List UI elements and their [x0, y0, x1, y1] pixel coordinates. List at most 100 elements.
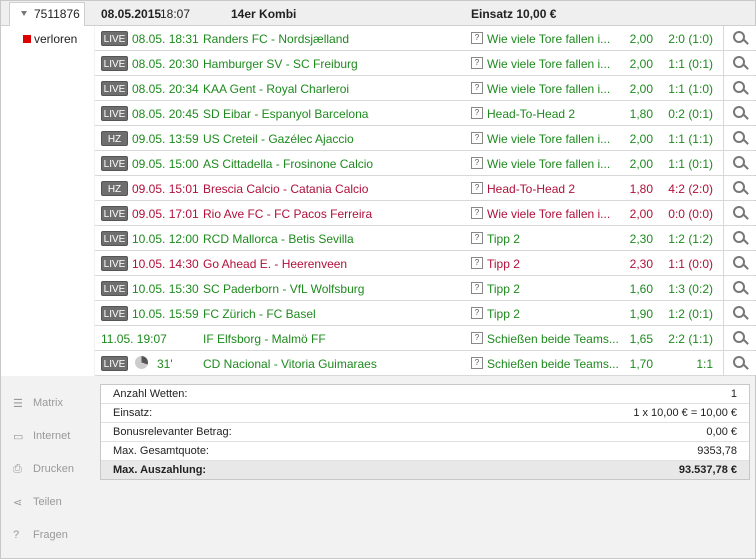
table-row[interactable]: LIVE 10.05. 15:59 FC Zürich - FC Basel? Tip… — [95, 301, 756, 326]
match-name[interactable]: RCD Mallorca - Betis Sevilla — [203, 232, 354, 246]
match-name[interactable]: FC Zürich - FC Basel — [203, 307, 316, 321]
result-value: 1:1 (0:1) — [668, 57, 713, 71]
side-item-share[interactable]: ⋖ Teilen — [11, 493, 91, 526]
side-menu: ☰ Matrix ▭ Internet ⎙ Drucken ⋖ Teilen? Fragen — [11, 394, 91, 559]
side-item-printer[interactable]: ⎙ Drucken — [11, 460, 91, 493]
search-icon[interactable] — [723, 301, 756, 325]
table-row[interactable]: LIVE 10.05. 12:00 RCD Mallorca - Betis Sev… — [95, 226, 756, 251]
question-icon[interactable]: ? — [471, 232, 483, 244]
table-row[interactable]: HZ 09.05. 15:01 Brescia Calcio - Catania C… — [95, 176, 756, 201]
question-icon[interactable]: ? — [471, 307, 483, 319]
question-icon[interactable]: ? — [471, 157, 483, 169]
live-badge: LIVE — [101, 56, 128, 71]
question-icon[interactable]: ? — [471, 282, 483, 294]
odds-value: 1,90 — [629, 307, 653, 321]
search-icon[interactable] — [723, 126, 756, 150]
match-clock-icon — [135, 356, 148, 369]
summary-line: Einsatz: 1 x 10,00 € = 10,00 € — [101, 404, 749, 423]
search-icon[interactable] — [723, 201, 756, 225]
question-icon[interactable]: ? — [471, 132, 483, 144]
question-icon[interactable]: ? — [471, 32, 483, 44]
match-name[interactable]: IF Elfsborg - Malmö FF — [203, 332, 326, 346]
market-name: Head-To-Head 2 — [487, 182, 576, 196]
match-name[interactable]: Rio Ave FC - FC Pacos Ferreira — [203, 207, 372, 221]
search-icon-handle — [743, 189, 749, 195]
search-icon[interactable] — [723, 101, 756, 125]
question-icon[interactable]: ? — [471, 357, 483, 369]
search-icon[interactable] — [723, 326, 756, 350]
search-icon[interactable] — [723, 51, 756, 75]
summary-box: Anzahl Wetten: 1 Einsatz: 1 x 10,00 € = 10,… — [100, 384, 750, 480]
match-name[interactable]: Brescia Calcio - Catania Calcio — [203, 182, 368, 196]
table-row[interactable]: 11.05. 19:07 IF Elfsborg - Malmö FF? Schie… — [95, 326, 756, 351]
match-name[interactable]: SD Eibar - Espanyol Barcelona — [203, 107, 368, 121]
match-name[interactable]: KAA Gent - Royal Charleroi — [203, 82, 349, 96]
question-icon[interactable]: ? — [471, 182, 483, 194]
side-item-monitor[interactable]: ▭ Internet — [11, 427, 91, 460]
summary-key: Max. Gesamtquote: — [113, 445, 209, 457]
table-row[interactable]: LIVE 08.05. 20:45 SD Eibar - Espanyol Barc… — [95, 101, 756, 126]
side-item-list[interactable]: ☰ Matrix — [11, 394, 91, 427]
side-item-help[interactable]: ? Fragen — [11, 526, 91, 559]
match-name[interactable]: SC Paderborn - VfL Wolfsburg — [203, 282, 364, 296]
result-value: 4:2 (2:0) — [668, 182, 713, 196]
market-name: Wie viele Tore fallen i... — [487, 82, 611, 96]
odds-value: 2,00 — [629, 32, 653, 46]
table-row[interactable]: LIVE 08.05. 18:31 Randers FC - Nordsjællan… — [95, 26, 756, 51]
match-name[interactable]: Hamburger SV - SC Freiburg — [203, 57, 358, 71]
search-icon[interactable] — [723, 351, 756, 375]
search-icon-handle — [743, 214, 749, 220]
search-icon[interactable] — [723, 151, 756, 175]
question-icon[interactable]: ? — [471, 82, 483, 94]
match-name[interactable]: Randers FC - Nordsjælland — [203, 32, 349, 46]
result-value: 1:1 (1:0) — [668, 82, 713, 96]
side-item-label: Teilen — [33, 496, 62, 508]
search-icon-handle — [743, 239, 749, 245]
odds-value: 1,60 — [629, 282, 653, 296]
table-row[interactable]: LIVE 09.05. 17:01 Rio Ave FC - FC Pacos Fe… — [95, 201, 756, 226]
search-icon-handle — [743, 264, 749, 270]
question-icon[interactable]: ? — [471, 207, 483, 219]
live-badge: LIVE — [101, 256, 128, 271]
match-name[interactable]: US Creteil - Gazélec Ajaccio — [203, 132, 354, 146]
live-badge: LIVE — [101, 306, 128, 321]
odds-value: 1,70 — [629, 357, 653, 371]
ticket-tab[interactable]: 7511876 — [9, 2, 85, 26]
table-row[interactable]: LIVE 08.05. 20:34 KAA Gent - Royal Charler… — [95, 76, 756, 101]
table-row[interactable]: LIVE 09.05. 15:00 AS Cittadella - Frosinon… — [95, 151, 756, 176]
match-name[interactable]: Go Ahead E. - Heerenveen — [203, 257, 347, 271]
table-row[interactable]: HZ 09.05. 13:59 US Creteil - Gazélec Ajacc… — [95, 126, 756, 151]
summary-key: Bonusrelevanter Betrag: — [113, 426, 232, 438]
search-icon-handle — [743, 164, 749, 170]
match-datetime: 10.05. 12:00 — [132, 232, 199, 246]
search-icon[interactable] — [723, 226, 756, 250]
table-row[interactable]: LIVE 10.05. 14:30 Go Ahead E. - Heerenveen… — [95, 251, 756, 276]
search-icon[interactable] — [723, 251, 756, 275]
question-icon[interactable]: ? — [471, 57, 483, 69]
question-icon[interactable]: ? — [471, 332, 483, 344]
status-square-icon — [23, 35, 31, 43]
summary-value: 1 — [730, 388, 737, 400]
result-value: 0:0 (0:0) — [668, 207, 713, 221]
question-icon[interactable]: ? — [471, 257, 483, 269]
search-icon[interactable] — [723, 26, 756, 50]
table-row[interactable]: LIVE 10.05. 15:30 SC Paderborn - VfL Wolfs… — [95, 276, 756, 301]
match-name[interactable]: CD Nacional - Vitoria Guimaraes — [203, 357, 377, 371]
table-row[interactable]: LIVE 08.05. 20:30 Hamburger SV - SC Freibu… — [95, 51, 756, 76]
match-name[interactable]: AS Cittadella - Frosinone Calcio — [203, 157, 373, 171]
search-icon[interactable] — [723, 176, 756, 200]
question-icon[interactable]: ? — [471, 107, 483, 119]
expand-triangle-icon[interactable] — [21, 11, 27, 16]
stake: Einsatz 10,00 € — [471, 7, 557, 21]
side-item-label: Drucken — [33, 463, 74, 475]
search-icon[interactable] — [723, 76, 756, 100]
match-datetime: 10.05. 14:30 — [132, 257, 199, 271]
market-name: Tipp 2 — [487, 282, 520, 296]
search-icon[interactable] — [723, 276, 756, 300]
live-badge: HZ — [101, 131, 128, 146]
table-row[interactable]: LIVE 31' CD Nacional - Vitoria Guimaraes? S… — [95, 351, 756, 376]
odds-value: 2,00 — [629, 57, 653, 71]
odds-value: 1,80 — [629, 182, 653, 196]
match-datetime: 10.05. 15:30 — [132, 282, 199, 296]
status-label: verloren — [34, 32, 78, 46]
